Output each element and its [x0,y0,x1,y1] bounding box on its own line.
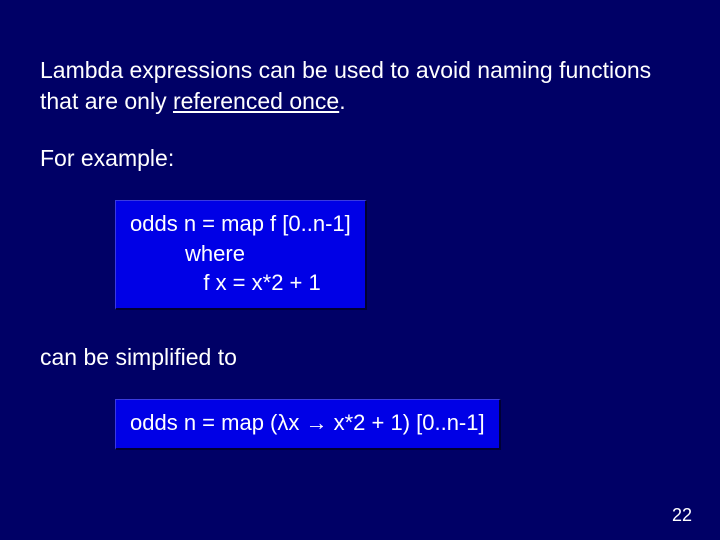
for-example-label: For example: [40,145,680,172]
code1-line1: odds n = map f [0..n-1] [130,211,351,236]
code-box-2-wrap: odds n = map (λx → x*2 + 1) [0..n-1] [115,399,680,450]
code-box-1-wrap: odds n = map f [0..n-1] where f x = x*2 … [115,200,680,310]
intro-underlined: referenced once [173,88,339,114]
code1-line3: f x = x*2 + 1 [130,270,321,295]
simplified-label: can be simplified to [40,344,680,371]
code2-line1: odds n = map (λx → x*2 + 1) [0..n-1] [130,410,485,435]
slide-content: Lambda expressions can be used to avoid … [0,0,720,450]
intro-text: Lambda expressions can be used to avoid … [40,55,680,117]
code-box-2: odds n = map (λx → x*2 + 1) [0..n-1] [115,399,501,450]
page-number: 22 [672,505,692,526]
code1-line2: where [130,241,245,266]
intro-part2: . [339,88,345,114]
code-box-1: odds n = map f [0..n-1] where f x = x*2 … [115,200,367,310]
